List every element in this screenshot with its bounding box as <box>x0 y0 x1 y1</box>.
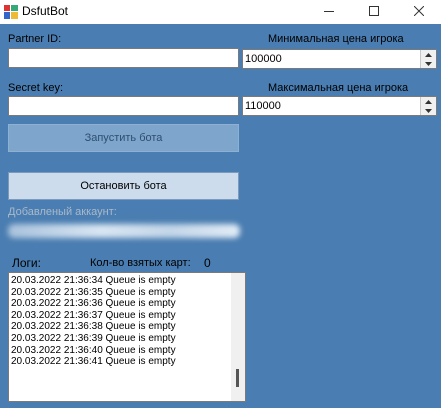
logs-label: Логи: <box>12 256 41 270</box>
secret-key-input[interactable] <box>8 96 239 116</box>
log-line: 20.03.2022 21:36:38 Queue is empty <box>11 321 176 333</box>
stepper-down-icon[interactable] <box>421 106 436 115</box>
log-line: 20.03.2022 21:36:35 Queue is empty <box>11 286 176 298</box>
stop-bot-button[interactable]: Остановить бота <box>8 172 239 200</box>
window-title: DsfutBot <box>22 4 69 18</box>
added-account-label: Добавленый аккаунт: <box>8 206 117 218</box>
max-price-value: 110000 <box>245 100 281 112</box>
scrollbar-thumb[interactable] <box>236 369 239 387</box>
log-textbox[interactable]: 20.03.2022 21:36:34 Queue is empty 20.03… <box>8 272 246 402</box>
log-line: 20.03.2022 21:36:41 Queue is empty <box>11 356 176 368</box>
title-bar: DsfutBot <box>0 0 441 24</box>
added-account-value <box>8 224 240 238</box>
log-scrollbar[interactable] <box>231 273 245 401</box>
partner-id-label: Partner ID: <box>8 33 62 45</box>
log-line: 20.03.2022 21:36:34 Queue is empty <box>11 275 176 286</box>
log-lines: 20.03.2022 21:36:34 Queue is empty 20.03… <box>11 275 176 368</box>
log-line: 20.03.2022 21:36:37 Queue is empty <box>11 309 176 321</box>
log-line: 20.03.2022 21:36:36 Queue is empty <box>11 298 176 310</box>
stepper-down-icon[interactable] <box>421 59 436 68</box>
log-line: 20.03.2022 21:36:40 Queue is empty <box>11 344 176 356</box>
maximize-icon <box>368 3 379 21</box>
min-price-value: 100000 <box>245 53 282 65</box>
minimize-icon <box>323 3 334 21</box>
close-icon <box>413 3 424 21</box>
min-price-stepper[interactable]: 100000 <box>242 49 437 69</box>
maximize-button[interactable] <box>351 0 396 24</box>
stepper-up-icon[interactable] <box>421 50 436 59</box>
start-bot-button[interactable]: Запустить бота <box>8 124 239 152</box>
max-price-label: Максимальная цена игрока <box>268 82 409 94</box>
max-price-stepper[interactable]: 110000 <box>242 96 437 116</box>
cards-taken-label: Кол-во взятых карт: <box>90 257 191 269</box>
min-price-label: Минимальная цена игрока <box>268 33 404 45</box>
app-window: DsfutBot Partner ID: Минимальная цена иг… <box>0 0 441 408</box>
partner-id-input[interactable] <box>8 48 239 68</box>
cards-taken-count: 0 <box>204 256 211 270</box>
secret-key-label: Secret key: <box>8 82 64 94</box>
close-button[interactable] <box>396 0 441 24</box>
log-line: 20.03.2022 21:36:39 Queue is empty <box>11 332 176 344</box>
minimize-button[interactable] <box>306 0 351 24</box>
stepper-up-icon[interactable] <box>421 97 436 106</box>
app-icon <box>4 5 18 19</box>
